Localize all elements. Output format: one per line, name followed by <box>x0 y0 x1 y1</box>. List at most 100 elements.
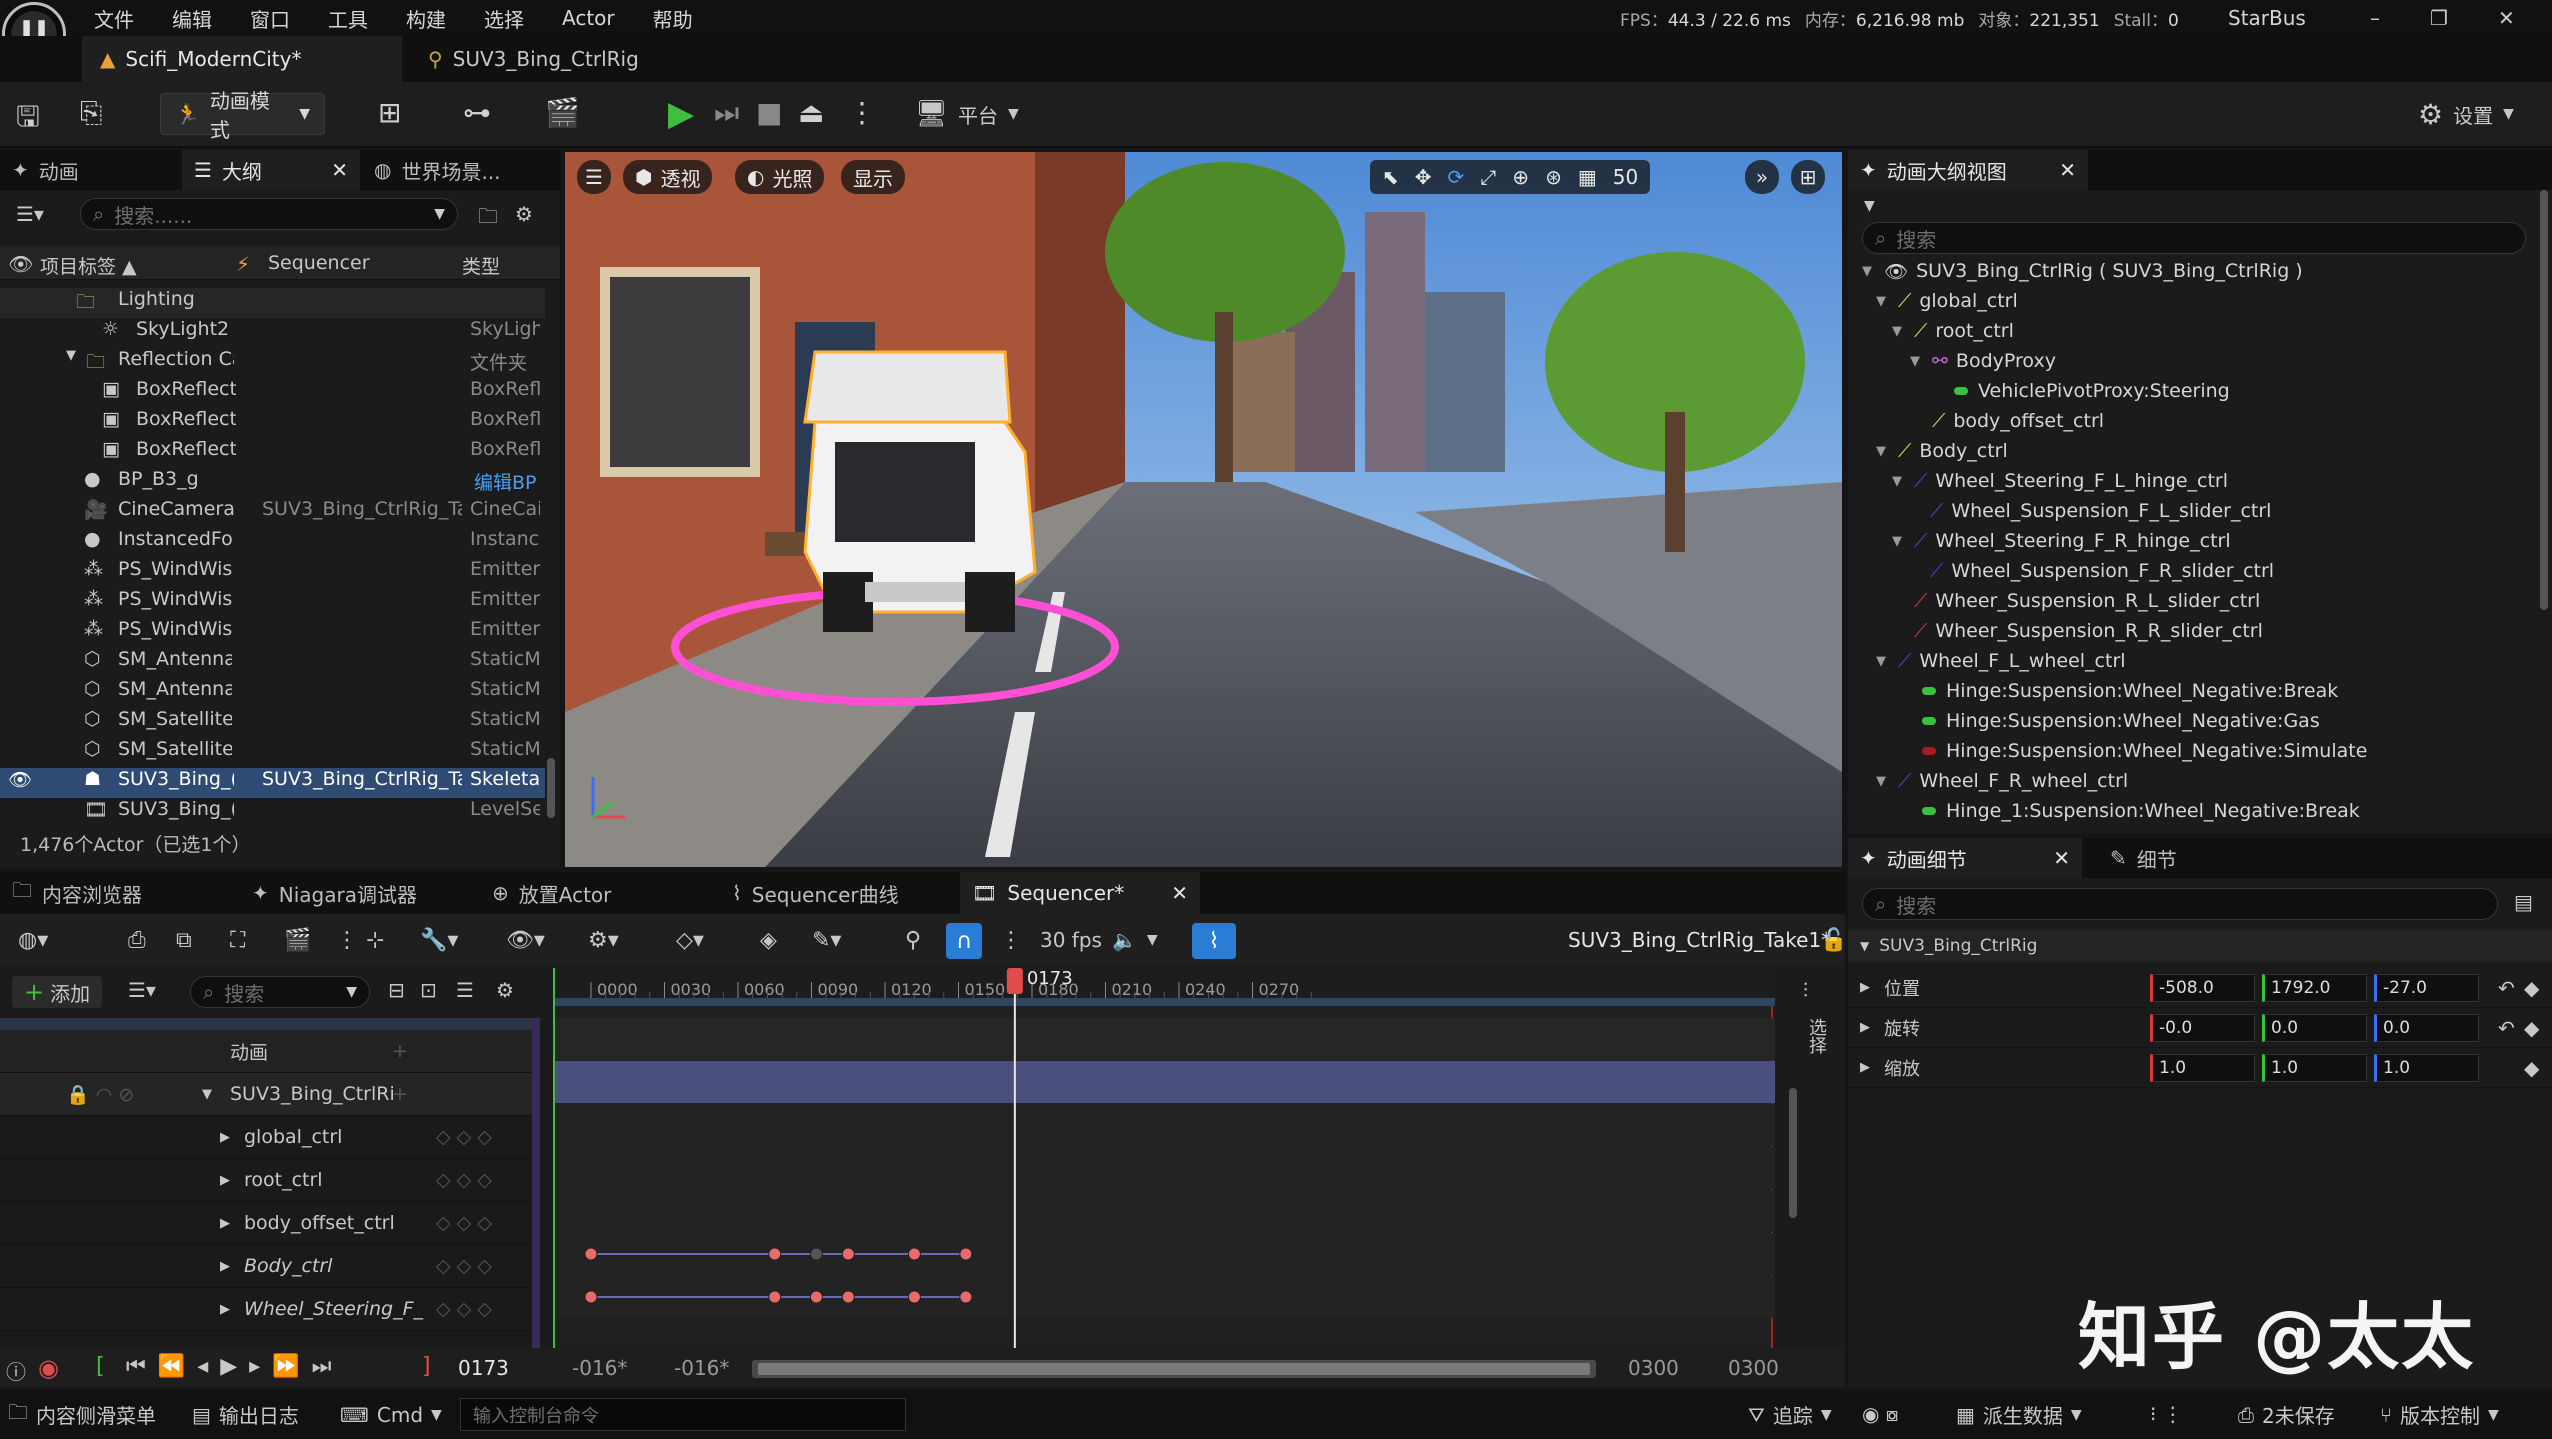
list-icon[interactable]: ☰ <box>456 978 474 1002</box>
lock-icon[interactable]: 🔒 ◠ ⊘ <box>66 1083 134 1106</box>
menu-item-select[interactable]: 选择 <box>484 4 524 33</box>
mode-dropdown[interactable]: 🏃 动画模式 ▼ <box>160 89 325 142</box>
cinematics-icon[interactable]: 🎬 <box>545 96 580 129</box>
viewport-menu-icon[interactable]: ☰ <box>577 160 611 194</box>
rotation-y-field[interactable]: 0.0 <box>2262 1014 2367 1042</box>
key-nav-icon[interactable]: ◇ ◇ ◇ <box>436 1126 492 1148</box>
column-sequencer[interactable]: Sequencer <box>268 252 370 274</box>
list-item[interactable]: ⬡ SM_Satellitel StaticM <box>0 738 545 768</box>
list-item[interactable]: ⁂ PS_WindWis Emitter <box>0 558 545 588</box>
reset-icon[interactable]: ↶ <box>2498 1016 2515 1040</box>
step-icon[interactable]: ⏭ <box>714 96 739 130</box>
grid-icon[interactable]: ▦ <box>1578 165 1597 189</box>
tab-anim-details[interactable]: ✦ 动画细节 ✕ <box>1848 838 2082 878</box>
eye-icon[interactable]: 👁 <box>1884 260 1908 283</box>
key-nav-icon[interactable]: ◇ ◇ ◇ <box>436 1212 492 1234</box>
details-section-header[interactable]: ▼ SUV3_Bing_CtrlRig <box>1848 930 2552 962</box>
track-row[interactable]: 🔒 ◠ ⊘ ▼ SUV3_Bing_CtrlRi + <box>0 1073 540 1116</box>
menu-item-window[interactable]: 窗口 <box>250 4 290 33</box>
chevron-down-icon[interactable]: ▼ <box>66 348 76 363</box>
chevron-down-icon[interactable]: ▼ <box>1864 198 1875 214</box>
menu-item-build[interactable]: 构建 <box>406 4 446 33</box>
list-item[interactable]: 🎥 CineCamera/SUV3_Bing_CtrlRig_Ta CineCai <box>0 498 545 528</box>
tree-item[interactable]: Hinge:Suspension:Wheel_Negative:Gas <box>1922 706 2320 736</box>
menu-item-actor[interactable]: Actor <box>562 6 615 30</box>
render-icon[interactable]: 🎬 <box>284 928 311 953</box>
snap-magnet-icon[interactable]: ∩ <box>946 923 982 959</box>
curve-editor-icon[interactable]: ⌇ <box>1192 923 1236 959</box>
list-item[interactable]: ▣ BoxReflect BoxRefl <box>0 408 545 438</box>
minimize-icon[interactable]: – <box>2370 6 2380 30</box>
record-status-icon[interactable]: ◉ ⧇ <box>1862 1402 1899 1426</box>
show-button[interactable]: 显示 <box>841 160 905 194</box>
level-viewport[interactable]: ☰ ⬢ 透视 ◐ 光照 显示 ⬉ ✥ ⟳ ⤢ ⊕ ⊛ ▦ 50 » ⊞ <box>565 152 1842 867</box>
derived-data-dropdown[interactable]: ▦ 派生数据 ▼ <box>1956 1390 2082 1439</box>
surface-snap-icon[interactable]: ⊛ <box>1545 165 1562 189</box>
range-end-icon[interactable]: ] <box>422 1354 431 1379</box>
maximize-icon[interactable]: ❐ <box>2430 6 2448 30</box>
timeline-area[interactable]: 0000 0030 0060 0090 0120 0150 0180 0210 0240 0270… <box>553 968 1775 1348</box>
track-row[interactable]: ▶ root_ctrl ◇ ◇ ◇ <box>0 1159 540 1202</box>
settings-dropdown[interactable]: ⚙ 设置 ▼ <box>2418 93 2514 135</box>
actor-icon[interactable]: ⛶ <box>230 928 245 953</box>
cmd-dropdown[interactable]: ⌨ Cmd ▼ <box>340 1390 442 1439</box>
lock-icon[interactable]: 🔓 <box>1820 928 1847 953</box>
tree-item[interactable]: ▼ ⟋ root_ctrl <box>1888 316 2014 346</box>
reset-icon[interactable]: ↶ <box>2498 976 2515 1000</box>
playback-start-field[interactable]: -016* <box>674 1356 729 1380</box>
tree-item[interactable]: ▼ ⟋ Wheel_F_L_wheel_ctrl <box>1872 646 2126 676</box>
tab-animation[interactable]: ✦ 动画 <box>0 150 180 190</box>
table-view-icon[interactable]: ▤ <box>2514 890 2533 914</box>
track-row[interactable]: ▶ Body_ctrl ◇ ◇ ◇ <box>0 1245 540 1288</box>
gear-icon[interactable]: ⚙ <box>515 202 533 226</box>
list-item[interactable]: 🎞 SUV3_Bing_(LevelSe <box>0 798 545 828</box>
visibility-icon[interactable]: 👁▾ <box>506 928 545 953</box>
tree-item[interactable]: VehiclePivotProxy:Steering <box>1954 376 2230 406</box>
menu-item-help[interactable]: 帮助 <box>653 4 693 33</box>
list-item[interactable]: ⬡ SM_Antenna StaticM <box>0 678 545 708</box>
content-drawer-button[interactable]: 🗀 内容侧滑菜单 <box>8 1390 156 1439</box>
expand-icon[interactable]: ⊡ <box>420 978 437 1002</box>
time-range-thumb[interactable] <box>758 1363 1590 1375</box>
key-nav-icon[interactable]: ◇ ◇ ◇ <box>436 1298 492 1320</box>
tree-item[interactable]: ⟋ Wheer_Suspension_R_L_slider_ctrl <box>1906 586 2260 616</box>
list-item[interactable]: ● BP_B3_g 编辑BP <box>0 468 545 498</box>
tree-item[interactable]: ⟋ Wheer_Suspension_R_R_slider_ctrl <box>1906 616 2263 646</box>
scale-icon[interactable]: ⤢ <box>1480 165 1496 189</box>
snap-settings-icon[interactable]: ⚙▾ <box>588 928 619 953</box>
browse-icon[interactable]: ⧉ <box>176 928 192 953</box>
save-icon[interactable]: 🖫 <box>16 96 40 144</box>
tree-item[interactable]: ▼ ⚯ BodyProxy <box>1906 346 2056 376</box>
select-icon[interactable]: ⬉ <box>1382 165 1399 189</box>
list-item[interactable]: ▣ BoxReflect BoxRefl <box>0 438 545 468</box>
chevron-right-icon[interactable]: ▶ <box>1860 980 1870 995</box>
chevron-right-icon[interactable]: ▶ <box>1860 1020 1870 1035</box>
edit-blueprint-link[interactable]: 编辑BP <box>474 468 537 495</box>
scale-y-field[interactable]: 1.0 <box>2262 1054 2367 1082</box>
eye-icon[interactable]: 👁 <box>8 768 32 791</box>
chevron-down-icon[interactable]: ▼ <box>202 1087 212 1102</box>
tree-item[interactable]: ⟋ body_offset_ctrl <box>1906 406 2104 436</box>
source-control-dropdown[interactable]: ⑂ 版本控制 ▼ <box>2380 1390 2499 1439</box>
more-tools-icon[interactable]: » <box>1745 160 1779 194</box>
tree-item[interactable]: Hinge_1:Suspension:Wheel_Negative:Break <box>1922 796 2360 826</box>
add-icon[interactable]: + <box>392 1083 408 1105</box>
record-icon[interactable]: ◉ <box>38 1354 59 1382</box>
grid-snap-value[interactable]: 50 <box>1613 165 1638 189</box>
marker-icon[interactable]: ⚲ <box>905 928 921 953</box>
add-folder-icon[interactable]: 🗀 <box>478 202 498 236</box>
time-range-slider[interactable] <box>752 1360 1596 1378</box>
list-item[interactable]: ⁂ PS_WindWis Emitter <box>0 618 545 648</box>
visibility-icon[interactable]: 👁 <box>8 252 33 276</box>
chevron-right-icon[interactable]: ▶ <box>220 1259 230 1274</box>
scale-z-field[interactable]: 1.0 <box>2374 1054 2479 1082</box>
tree-item[interactable]: ▼ ⟋ Wheel_Steering_F_L_hinge_ctrl <box>1888 466 2228 496</box>
track-row[interactable]: ▶ Wheel_Steering_F_ ◇ ◇ ◇ <box>0 1288 540 1331</box>
chevron-right-icon[interactable]: ▶ <box>220 1216 230 1231</box>
close-icon[interactable]: ✕ <box>2059 158 2076 182</box>
tab-niagara-debugger[interactable]: ✦ Niagara调试器 <box>240 872 429 914</box>
filter-icon[interactable]: ☰▾ <box>128 978 156 1002</box>
add-icon[interactable]: + <box>392 1040 408 1062</box>
network-icon[interactable]: ⁝ ⋮ <box>2150 1402 2183 1426</box>
collapse-icon[interactable]: ⊟ <box>388 978 405 1002</box>
